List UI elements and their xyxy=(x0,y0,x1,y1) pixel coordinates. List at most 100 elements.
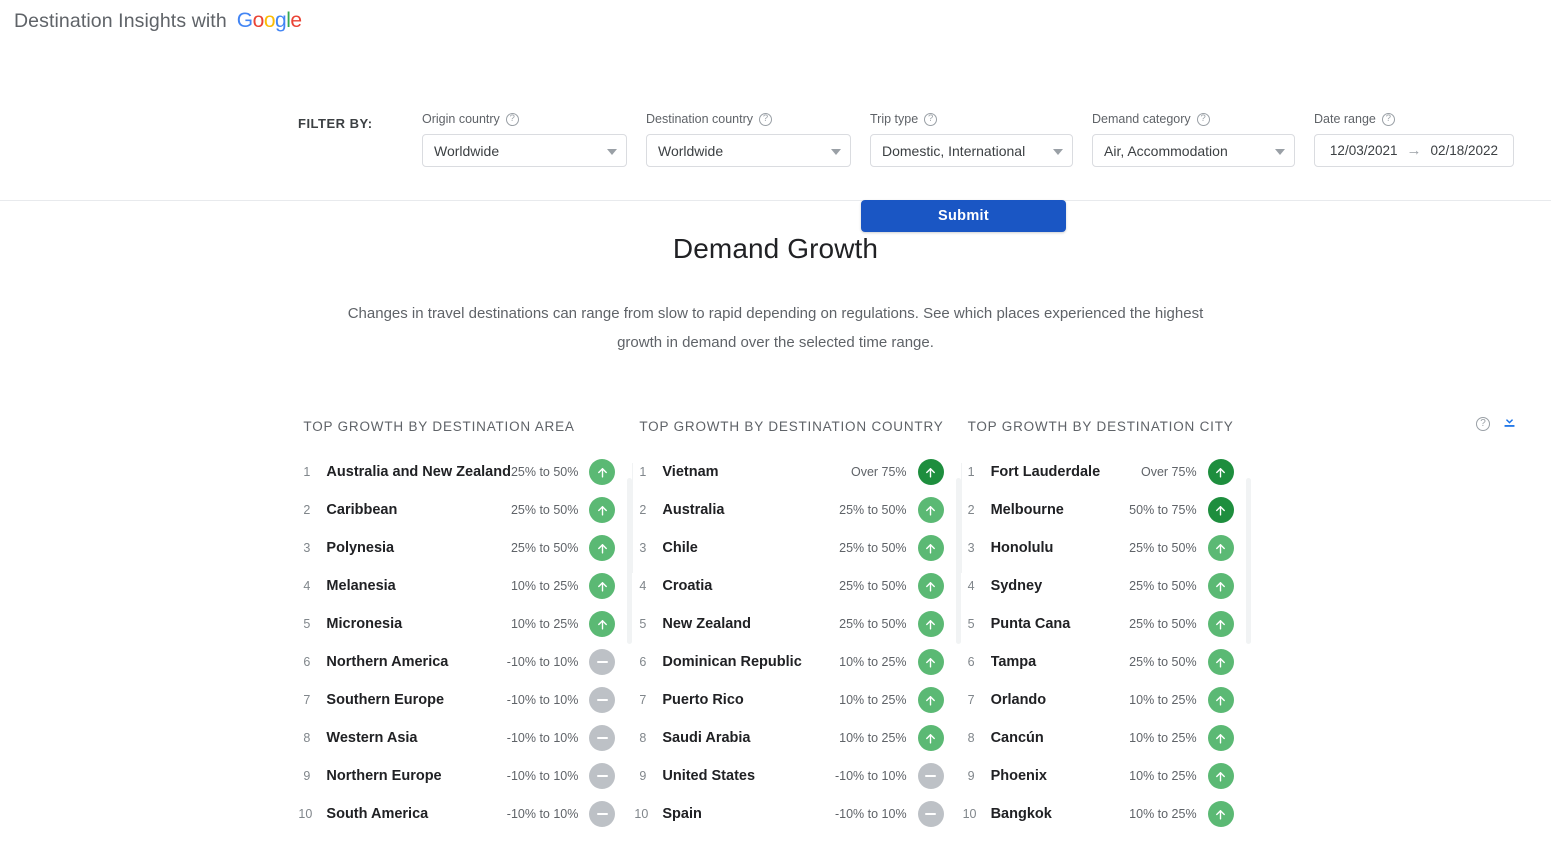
list-item-growth-range: 10% to 25% xyxy=(511,579,578,593)
filter-destination-country-label: Destination country xyxy=(646,112,753,126)
help-circle-icon[interactable]: ? xyxy=(1197,113,1210,126)
destination-country-select[interactable]: Worldwide xyxy=(646,134,851,167)
list-item[interactable]: 9Phoenix10% to 25% xyxy=(963,757,1234,795)
list-item-growth-range: -10% to 10% xyxy=(507,655,579,669)
list-item[interactable]: 9United States-10% to 10% xyxy=(634,757,943,795)
help-circle-icon[interactable]: ? xyxy=(506,113,519,126)
list-item[interactable]: 3Chile25% to 50% xyxy=(634,529,943,567)
list-item[interactable]: 3Honolulu25% to 50% xyxy=(963,529,1234,567)
list-item[interactable]: 7Southern Europe-10% to 10% xyxy=(298,681,615,719)
app-header: Destination Insights with Google xyxy=(0,0,1551,45)
trip-type-value: Domestic, International xyxy=(882,143,1025,159)
growth-list-scrollbar-thumb[interactable] xyxy=(1246,478,1251,644)
trend-flat-icon xyxy=(589,687,615,713)
list-item-rank: 3 xyxy=(298,541,326,555)
list-item[interactable]: 5Micronesia10% to 25% xyxy=(298,605,615,643)
submit-button[interactable]: Submit xyxy=(861,200,1066,232)
origin-country-select[interactable]: Worldwide xyxy=(422,134,627,167)
list-item[interactable]: 5New Zealand25% to 50% xyxy=(634,605,943,643)
list-item-rank: 2 xyxy=(963,503,991,517)
help-circle-icon[interactable]: ? xyxy=(1382,113,1395,126)
date-range-start[interactable]: 12/03/2021 xyxy=(1330,143,1398,158)
list-item[interactable]: 6Dominican Republic10% to 25% xyxy=(634,643,943,681)
list-item[interactable]: 1Australia and New Zealand25% to 50% xyxy=(298,453,615,491)
list-item-rank: 4 xyxy=(963,579,991,593)
list-item[interactable]: 8Western Asia-10% to 10% xyxy=(298,719,615,757)
list-item[interactable]: 2Australia25% to 50% xyxy=(634,491,943,529)
trend-up-arrow-icon xyxy=(918,725,944,751)
trend-up-arrow-icon xyxy=(1208,573,1234,599)
list-item-place: Melanesia xyxy=(326,578,511,594)
list-item-place: Phoenix xyxy=(991,768,1130,784)
list-item-growth-range: 25% to 50% xyxy=(1129,617,1196,631)
list-item-place: Chile xyxy=(662,540,839,556)
list-item-place: Dominican Republic xyxy=(662,654,839,670)
list-item-place: Puerto Rico xyxy=(662,692,839,708)
list-item[interactable]: 8Saudi Arabia10% to 25% xyxy=(634,719,943,757)
minus-glyph xyxy=(597,661,608,664)
list-item-place: Polynesia xyxy=(326,540,511,556)
date-range-end[interactable]: 02/18/2022 xyxy=(1431,143,1499,158)
growth-list-scrollbar[interactable] xyxy=(1246,463,1251,843)
list-item[interactable]: 6Northern America-10% to 10% xyxy=(298,643,615,681)
list-item[interactable]: 1Fort LauderdaleOver 75% xyxy=(963,453,1234,491)
list-item[interactable]: 2Melbourne50% to 75% xyxy=(963,491,1234,529)
list-item-place: New Zealand xyxy=(662,616,839,632)
list-item-growth-range: 25% to 50% xyxy=(511,541,578,555)
demand-category-select[interactable]: Air, Accommodation xyxy=(1092,134,1295,167)
download-icon[interactable] xyxy=(1501,413,1518,435)
help-circle-icon[interactable]: ? xyxy=(759,113,772,126)
trend-up-arrow-icon xyxy=(1208,649,1234,675)
growth-column-title: TOP GROWTH BY DESTINATION AREA xyxy=(298,419,615,434)
list-item-growth-range: 25% to 50% xyxy=(511,465,578,479)
minus-glyph xyxy=(925,813,936,816)
list-item[interactable]: 8Cancún10% to 25% xyxy=(963,719,1234,757)
filter-date-range: Date range ? 12/03/2021 → 02/18/2022 xyxy=(1314,111,1514,167)
list-item[interactable]: 4Sydney25% to 50% xyxy=(963,567,1234,605)
list-item-place: Croatia xyxy=(662,578,839,594)
demand-category-value: Air, Accommodation xyxy=(1104,143,1228,159)
filter-demand-category: Demand category ? Air, Accommodation xyxy=(1092,111,1295,167)
list-item-place: Cancún xyxy=(991,730,1130,746)
list-item[interactable]: 3Polynesia25% to 50% xyxy=(298,529,615,567)
trend-up-arrow-icon xyxy=(589,611,615,637)
list-item[interactable]: 9Northern Europe-10% to 10% xyxy=(298,757,615,795)
list-item[interactable]: 10Spain-10% to 10% xyxy=(634,795,943,833)
filter-origin-country: Origin country ? Worldwide xyxy=(422,111,627,167)
list-item-growth-range: 10% to 25% xyxy=(1129,807,1196,821)
list-item[interactable]: 7Puerto Rico10% to 25% xyxy=(634,681,943,719)
trend-up-arrow-icon xyxy=(1208,687,1234,713)
list-item[interactable]: 4Melanesia10% to 25% xyxy=(298,567,615,605)
list-item-growth-range: -10% to 10% xyxy=(507,769,579,783)
list-item[interactable]: 2Caribbean25% to 50% xyxy=(298,491,615,529)
help-circle-icon[interactable]: ? xyxy=(924,113,937,126)
list-item-place: South America xyxy=(326,806,506,822)
list-item[interactable]: 1VietnamOver 75% xyxy=(634,453,943,491)
date-range-picker[interactable]: 12/03/2021 → 02/18/2022 xyxy=(1314,134,1514,167)
list-item-growth-range: 10% to 25% xyxy=(1129,693,1196,707)
help-circle-icon[interactable]: ? xyxy=(1476,417,1490,431)
list-item[interactable]: 10South America-10% to 10% xyxy=(298,795,615,833)
list-item-place: Southern Europe xyxy=(326,692,506,708)
trend-up-arrow-icon xyxy=(1208,725,1234,751)
trend-flat-icon xyxy=(589,725,615,751)
list-item[interactable]: 7Orlando10% to 25% xyxy=(963,681,1234,719)
trend-up-arrow-icon xyxy=(918,687,944,713)
list-item-place: Caribbean xyxy=(326,502,511,518)
list-item-growth-range: 25% to 50% xyxy=(839,579,906,593)
list-item[interactable]: 10Bangkok10% to 25% xyxy=(963,795,1234,833)
list-item[interactable]: 4Croatia25% to 50% xyxy=(634,567,943,605)
trip-type-select[interactable]: Domestic, International xyxy=(870,134,1073,167)
list-item[interactable]: 5Punta Cana25% to 50% xyxy=(963,605,1234,643)
list-item-growth-range: 25% to 50% xyxy=(1129,579,1196,593)
trend-flat-icon xyxy=(589,801,615,827)
demand-growth-section: Demand Growth Changes in travel destinat… xyxy=(0,201,1551,357)
filter-bar: FILTER BY: Origin country ? Worldwide De… xyxy=(0,45,1551,201)
list-item-growth-range: -10% to 10% xyxy=(835,807,907,821)
list-item[interactable]: 6Tampa25% to 50% xyxy=(963,643,1234,681)
list-item-place: Western Asia xyxy=(326,730,506,746)
list-item-growth-range: 25% to 50% xyxy=(839,541,906,555)
trend-up-arrow-icon xyxy=(589,535,615,561)
list-item-growth-range: 10% to 25% xyxy=(839,655,906,669)
filter-date-range-caption: Date range ? xyxy=(1314,111,1514,127)
